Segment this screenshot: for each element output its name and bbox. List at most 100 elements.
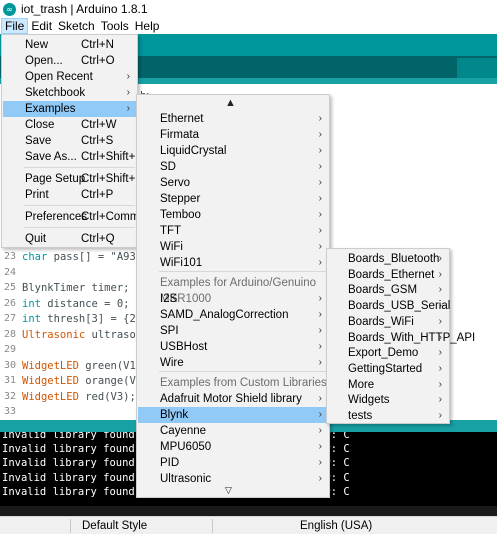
- menu-item-label: Boards_Bluetooth: [348, 253, 440, 265]
- file-menu-item[interactable]: Save Ctrl+S: [3, 133, 136, 149]
- chevron-right-icon: ›: [318, 409, 322, 420]
- chevron-right-icon: ›: [318, 257, 322, 268]
- code-token: char: [22, 251, 48, 263]
- blynk-menu-item[interactable]: Export_Demo ›: [328, 345, 448, 361]
- examples-menu-item[interactable]: Wire ›: [138, 355, 328, 371]
- line-number: 29: [4, 344, 17, 355]
- menu-item-label: Close: [25, 119, 55, 131]
- file-menu-item[interactable]: Open... Ctrl+O: [3, 53, 136, 69]
- examples-menu-item[interactable]: Cayenne ›: [138, 423, 328, 439]
- examples-group-header: Examples from Custom Libraries: [138, 375, 328, 391]
- chevron-right-icon: ›: [318, 425, 322, 436]
- chevron-right-icon: ›: [126, 71, 130, 82]
- blynk-menu-item[interactable]: Widgets ›: [328, 392, 448, 408]
- chevron-right-icon: ›: [318, 309, 322, 320]
- file-menu-item[interactable]: Preferences Ctrl+Comma: [3, 209, 146, 225]
- console-scrollbar[interactable]: [0, 506, 497, 516]
- window-title: iot_trash | Arduino 1.8.1: [21, 2, 148, 16]
- menu-item-label: PID: [160, 457, 180, 469]
- chevron-right-icon: ›: [318, 325, 322, 336]
- chevron-right-icon: ›: [438, 394, 442, 406]
- chevron-right-icon: ›: [318, 225, 322, 236]
- menu-item-shortcut: Ctrl+O: [81, 55, 115, 67]
- file-menu-item[interactable]: Save As... Ctrl+Shift+S: [3, 149, 143, 165]
- menu-item-label: Ethernet: [160, 113, 204, 125]
- examples-menu-item[interactable]: Ultrasonic ›: [138, 471, 328, 487]
- code-token: int: [22, 297, 41, 310]
- chevron-right-icon: ›: [318, 193, 322, 204]
- menu-edit[interactable]: Edit: [28, 18, 55, 34]
- file-menu-item[interactable]: Sketchbook ›: [3, 85, 136, 101]
- file-menu-item[interactable]: Print Ctrl+P: [3, 187, 136, 203]
- examples-menu: ▲ ▽ Ethernet › Firmata › LiquidCrystal › SD › Se…: [136, 94, 330, 498]
- examples-menu-item[interactable]: TFT ›: [138, 223, 328, 239]
- menu-item-label: Print: [25, 189, 49, 201]
- menu-item-shortcut: Ctrl+Shift+S: [81, 151, 143, 163]
- examples-menu-item[interactable]: LiquidCrystal ›: [138, 143, 328, 159]
- examples-menu-item[interactable]: I2S ›: [138, 291, 328, 307]
- chevron-right-icon: ›: [318, 357, 322, 368]
- examples-menu-item[interactable]: SPI ›: [138, 323, 328, 339]
- menu-help[interactable]: Help: [132, 18, 163, 34]
- blynk-menu-item[interactable]: Boards_WiFi ›: [328, 314, 448, 330]
- examples-menu-item[interactable]: SD ›: [138, 159, 328, 175]
- menu-item-shortcut: Ctrl+S: [81, 135, 114, 147]
- examples-group-header: Examples for Arduino/Genuino MKR1000: [138, 275, 328, 305]
- file-menu-item[interactable]: Open Recent ›: [3, 69, 136, 85]
- menu-separator: [24, 227, 135, 228]
- line-number: 33: [4, 406, 17, 417]
- menu-item-label: TFT: [160, 225, 182, 237]
- blynk-menu-item[interactable]: Boards_Bluetooth ›: [328, 251, 448, 267]
- chevron-right-icon: ›: [318, 209, 322, 220]
- code-token: WidgetLED: [22, 375, 79, 387]
- menu-item-label: tests: [348, 410, 373, 422]
- chevron-right-icon: ›: [438, 300, 442, 312]
- tab-menu-button[interactable]: [457, 58, 497, 78]
- menu-item-label: Stepper: [160, 193, 201, 205]
- menu-item-label: GettingStarted: [348, 362, 423, 375]
- examples-menu-item[interactable]: WiFi ›: [138, 239, 328, 255]
- blynk-menu-item[interactable]: Boards_USB_Serial ›: [328, 298, 450, 314]
- status-style: Default Style: [82, 520, 148, 532]
- blynk-menu-item[interactable]: Boards_GSM ›: [328, 282, 448, 298]
- examples-menu-item[interactable]: WiFi101 ›: [138, 255, 328, 271]
- file-menu-item[interactable]: New Ctrl+N: [3, 37, 136, 53]
- file-menu-item[interactable]: Examples ›: [3, 101, 136, 117]
- menu-sketch[interactable]: Sketch: [55, 18, 98, 34]
- examples-menu-item[interactable]: Blynk ›: [138, 407, 328, 423]
- examples-menu-item[interactable]: MPU6050 ›: [138, 439, 328, 455]
- examples-menu-item[interactable]: Servo ›: [138, 175, 328, 191]
- examples-menu-item[interactable]: Ethernet ›: [138, 111, 328, 127]
- examples-menu-item[interactable]: Firmata ›: [138, 127, 328, 143]
- chevron-right-icon: ›: [126, 103, 130, 114]
- blynk-menu-item[interactable]: More ›: [328, 377, 448, 393]
- menu-separator: [24, 205, 135, 206]
- menu-item-label: I2S: [160, 293, 178, 305]
- blynk-menu-item[interactable]: GettingStarted ›: [328, 361, 448, 377]
- blynk-menu-item[interactable]: tests ›: [328, 408, 448, 424]
- blynk-menu-item[interactable]: Boards_Ethernet ›: [328, 267, 448, 283]
- status-language: English (USA): [300, 520, 373, 532]
- examples-menu-item[interactable]: SAMD_AnalogCorrection ›: [138, 307, 328, 323]
- scroll-up-icon[interactable]: ▲: [225, 97, 236, 109]
- menu-item-label: SAMD_AnalogCorrection: [160, 309, 289, 321]
- examples-menu-item[interactable]: Stepper ›: [138, 191, 328, 207]
- file-menu-item[interactable]: Close Ctrl+W: [3, 117, 136, 133]
- examples-menu-item[interactable]: USBHost ›: [138, 339, 328, 355]
- chevron-right-icon: ›: [438, 331, 442, 343]
- file-menu-item[interactable]: Quit Ctrl+Q: [3, 231, 136, 247]
- examples-menu-item[interactable]: Adafruit Motor Shield library ›: [138, 391, 328, 407]
- menu-file[interactable]: File: [1, 18, 29, 34]
- line-number: 30: [4, 359, 17, 371]
- status-divider: [70, 519, 71, 533]
- examples-menu-item[interactable]: Temboo ›: [138, 207, 328, 223]
- line-number: 26: [4, 297, 17, 309]
- menu-item-label: Save: [25, 135, 52, 147]
- file-menu-item[interactable]: Page Setup Ctrl+Shift+P: [3, 171, 143, 187]
- examples-menu-item[interactable]: PID ›: [138, 455, 328, 471]
- menu-tools[interactable]: Tools: [98, 18, 132, 34]
- menu-item-label: USBHost: [160, 341, 208, 353]
- chevron-right-icon: ›: [318, 393, 322, 404]
- blynk-menu-item[interactable]: Boards_With_HTTP_API ›: [328, 330, 475, 346]
- menu-separator: [24, 167, 135, 168]
